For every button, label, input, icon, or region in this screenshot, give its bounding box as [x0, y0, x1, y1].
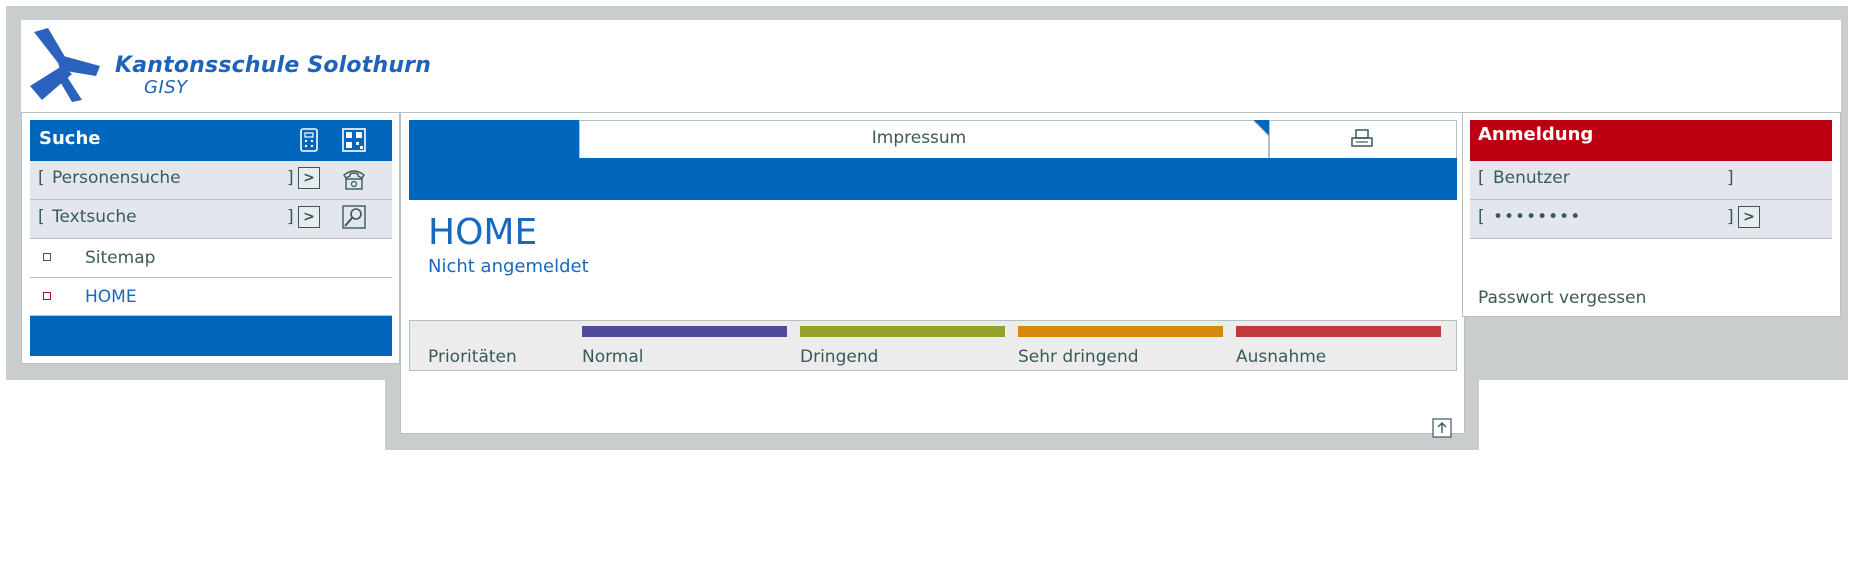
phone-icon[interactable] — [341, 166, 367, 192]
bracket-open: [ — [38, 168, 45, 188]
login-title: Anmeldung — [1478, 124, 1594, 145]
page-title: HOME — [428, 212, 538, 253]
priority-label: Dringend — [800, 347, 879, 367]
priority-legend-title: Prioritäten — [428, 347, 517, 367]
login-status: Nicht angemeldet — [428, 256, 589, 277]
priority-label: Ausnahme — [1236, 347, 1327, 367]
priority-color-ausnahme — [1236, 326, 1441, 337]
logo-title[interactable]: Kantonsschule Solothurn — [115, 53, 431, 78]
username-placeholder[interactable]: Benutzer — [1493, 168, 1570, 188]
qr-grid-icon[interactable] — [341, 127, 367, 153]
nav-item-label[interactable]: Sitemap — [85, 248, 155, 268]
print-icon[interactable] — [1350, 128, 1374, 150]
bracket-close: ] — [1727, 207, 1734, 227]
search-panel-footer — [30, 316, 392, 356]
arrow-up-icon[interactable] — [1432, 418, 1452, 438]
keypad-icon[interactable] — [296, 127, 322, 153]
priority-color-sehr-dringend — [1018, 326, 1223, 337]
zoom-icon[interactable] — [341, 204, 367, 230]
person-search-label[interactable]: Personensuche — [52, 168, 181, 188]
bracket-close: ] — [287, 207, 294, 227]
forgot-password-link[interactable]: Passwort vergessen — [1478, 288, 1646, 308]
bracket-open: [ — [1478, 207, 1485, 227]
priority-color-normal — [582, 326, 787, 337]
priority-label: Sehr dringend — [1018, 347, 1139, 367]
nav-item-label[interactable]: HOME — [85, 287, 137, 307]
bracket-close: ] — [1727, 168, 1734, 188]
nav-bullet — [43, 253, 51, 261]
ks-logo-icon[interactable] — [28, 26, 104, 102]
login-submit-button[interactable]: > — [1738, 206, 1760, 228]
tab-impressum-label[interactable]: Impressum — [579, 128, 1259, 148]
text-search-label[interactable]: Textsuche — [52, 207, 137, 227]
bracket-open: [ — [38, 207, 45, 227]
person-search-go-button[interactable]: > — [298, 167, 320, 189]
bracket-close: ] — [287, 168, 294, 188]
nav-bullet — [43, 292, 51, 300]
text-search-go-button[interactable]: > — [298, 206, 320, 228]
logo-subtitle: GISY — [144, 77, 188, 98]
bracket-open: [ — [1478, 168, 1485, 188]
search-title: Suche — [39, 128, 101, 149]
priority-label: Normal — [582, 347, 644, 367]
password-value[interactable]: •••••••• — [1493, 207, 1581, 227]
priority-color-dringend — [800, 326, 1005, 337]
